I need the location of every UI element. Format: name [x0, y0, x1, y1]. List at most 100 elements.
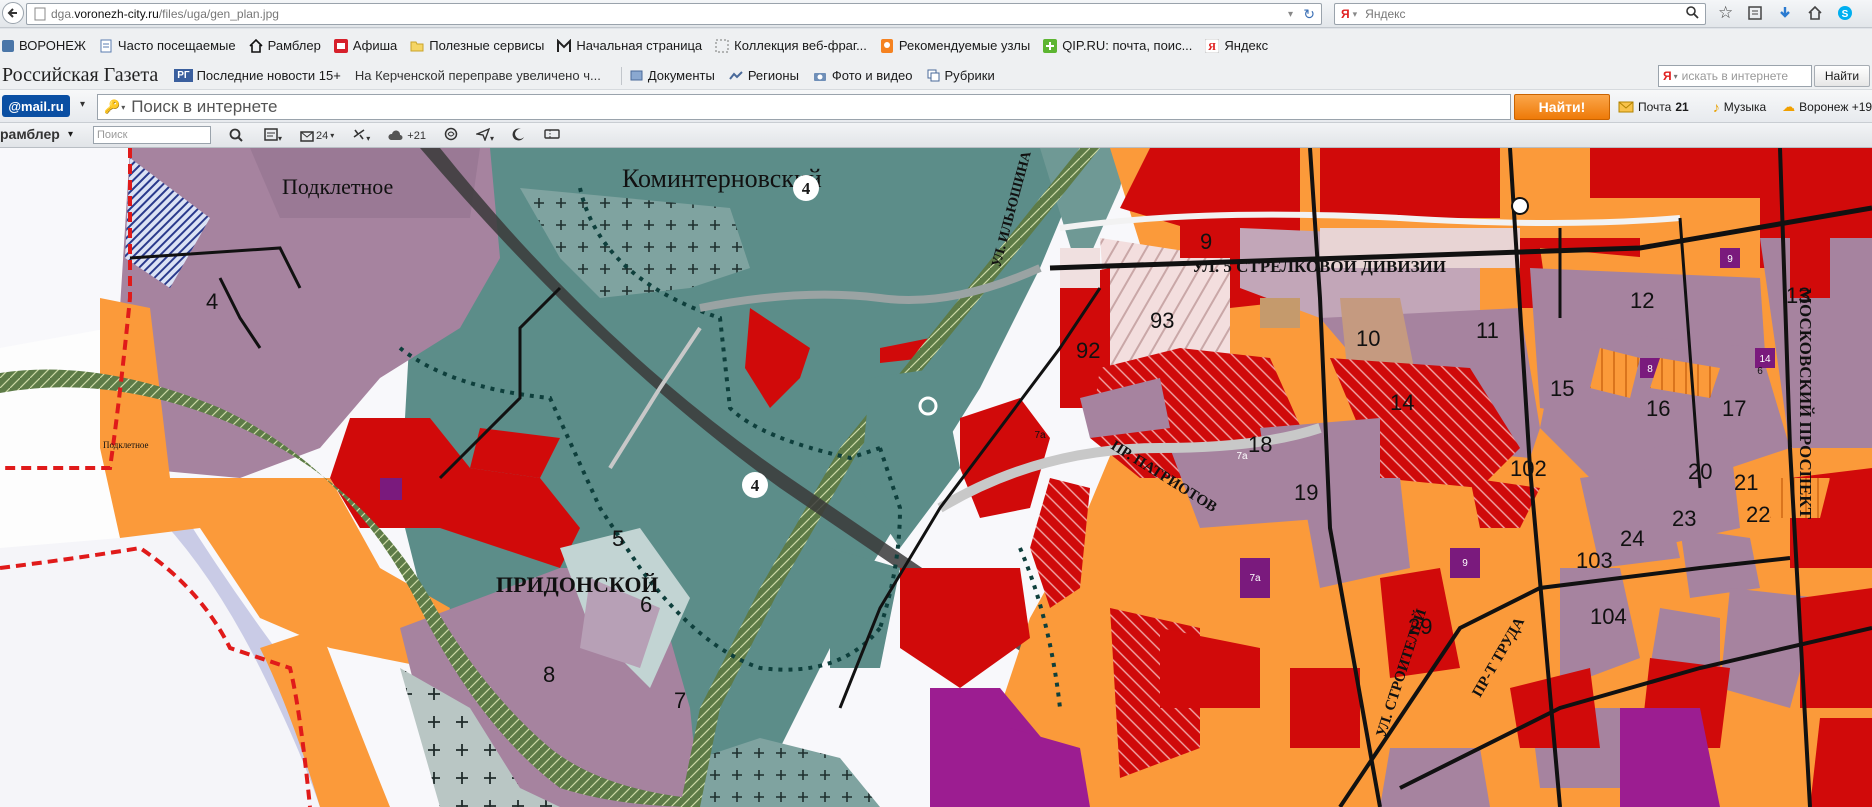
zone-92: 92 — [1076, 338, 1100, 363]
rambler-mail-icon[interactable]: 24 ▾ — [300, 130, 334, 142]
bookmark-yandex[interactable]: Я Яндекс — [1205, 38, 1268, 53]
zone-12: 12 — [1630, 288, 1654, 313]
map-canvas: Подклетное Коминтерновский ПРИДОНСКОЙ 4 … — [0, 148, 1872, 807]
download-icon[interactable] — [1777, 3, 1793, 23]
zone-4-circled-north: 4 — [802, 179, 811, 198]
afisha-icon — [333, 38, 348, 53]
rambler-logo[interactable]: рамблер — [0, 126, 60, 142]
bookmark-label: Рекомендуемые узлы — [898, 38, 1031, 53]
rambler-toolbar: рамблер ▾ Поиск ▾ 24 ▾ ▾ +21 ▾ — [0, 123, 1872, 148]
yandex-find-button[interactable]: Найти — [1814, 65, 1870, 87]
dropdown-arrow-icon[interactable]: ▾ — [1288, 9, 1293, 20]
rg-regions[interactable]: Регионы — [748, 68, 799, 83]
zone-21: 21 — [1734, 470, 1758, 495]
mail-count[interactable]: 21 — [1675, 100, 1688, 114]
rg-latest-news[interactable]: Последние новости 15+ — [197, 68, 341, 83]
back-button[interactable] — [2, 2, 24, 24]
bookmark-label: Рамблер — [267, 38, 321, 53]
bookmark-start-page[interactable]: Начальная страница — [557, 38, 702, 53]
map-label-pridonskoy: ПРИДОНСКОЙ — [496, 572, 659, 597]
horoscope-icon[interactable] — [444, 127, 458, 144]
music-label[interactable]: Музыка — [1724, 100, 1766, 114]
skype-icon[interactable]: S — [1837, 3, 1853, 23]
yandex-icon[interactable]: Я — [1341, 7, 1350, 21]
rg-documents[interactable]: Документы — [648, 68, 715, 83]
bookmark-qip[interactable]: QIP.RU: почта, поис... — [1043, 38, 1192, 53]
map-label-podkletnoe-small: Подклетное — [103, 440, 149, 450]
engine-dropdown-icon[interactable]: ▾ — [1353, 9, 1358, 20]
dropdown-arrow-icon[interactable]: ▾ — [121, 103, 125, 112]
send-icon[interactable]: ▾ — [474, 127, 494, 144]
zone-9: 9 — [1200, 229, 1212, 254]
zone-6: 6 — [640, 592, 652, 617]
weather-cloud-icon: ☁ — [1782, 99, 1796, 114]
rg-headline[interactable]: На Керченской переправе увеличено ч... — [355, 68, 601, 83]
bookmark-afisha[interactable]: Афиша — [333, 38, 397, 53]
moon-icon[interactable] — [512, 127, 526, 144]
reload-icon[interactable]: ↻ — [1303, 6, 1315, 23]
bookmark-recommended[interactable]: Рекомендуемые узлы — [880, 38, 1030, 54]
rg-rubrics[interactable]: Рубрики — [945, 68, 995, 83]
bookmark-useful-services[interactable]: Полезные сервисы — [410, 38, 544, 53]
bookmarks-list-icon[interactable] — [1747, 3, 1763, 23]
rg-badge-icon[interactable]: РГ — [174, 69, 193, 82]
house-icon — [249, 38, 263, 53]
bookmark-web-fragments[interactable]: Коллекция веб-фраг... — [715, 38, 867, 53]
mailru-search-input[interactable]: 🔑 ▾ Поиск в интернете — [97, 94, 1511, 120]
mailru-search-button[interactable]: Найти! — [1514, 94, 1610, 120]
bookmark-rambler[interactable]: Рамблер — [249, 38, 321, 53]
zone-93: 93 — [1150, 308, 1174, 333]
bookmark-label: ВОРОНЕЖ — [19, 38, 86, 53]
divider — [620, 66, 622, 85]
yandex-toolbar-search[interactable]: Я ▾ искать в интернете — [1658, 65, 1812, 87]
marker-7a: 7а — [1249, 573, 1261, 584]
yandex-small-icon: Я — [1663, 69, 1672, 83]
rg-photo-video[interactable]: Фото и видео — [832, 68, 913, 83]
bookmark-label: QIP.RU: почта, поис... — [1062, 38, 1193, 53]
zone-19: 19 — [1294, 480, 1318, 505]
mailru-menu-dropdown-icon[interactable]: ▾ — [80, 99, 85, 110]
bookmark-label: Яндекс — [1224, 38, 1269, 53]
rambler-search-input[interactable]: Поиск — [93, 126, 211, 144]
rg-logo[interactable]: Российская Газета — [2, 64, 158, 87]
home-icon[interactable] — [1807, 3, 1823, 23]
mailru-logo-text: @mail.ru — [8, 98, 64, 114]
rambler-mail-count: 24 — [316, 129, 329, 142]
address-bar[interactable]: dga. voronezh-city.ru/files/uga/gen_plan.… — [26, 3, 1322, 25]
zone-16: 16 — [1646, 396, 1670, 421]
search-engine-placeholder: Яндекс — [1365, 7, 1406, 21]
vk-icon — [2, 39, 14, 52]
bookmark-frequent[interactable]: Часто посещаемые — [99, 38, 236, 53]
rambler-menu-dropdown-icon[interactable]: ▾ — [68, 129, 73, 140]
marker-7a: 7а — [1034, 430, 1046, 441]
svg-text:S: S — [1842, 9, 1849, 20]
mailru-search-placeholder: Поиск в интернете — [131, 97, 278, 116]
rambler-search-icon[interactable] — [229, 128, 243, 145]
mailru-logo[interactable]: @mail.ru — [2, 95, 70, 117]
marker-7a: 7а — [1236, 451, 1248, 462]
rambler-weather[interactable]: +21 — [388, 130, 426, 142]
rubrics-icon — [927, 69, 940, 82]
zone-17: 17 — [1722, 396, 1746, 421]
bookmark-vk[interactable]: ВОРОНЕЖ — [2, 38, 86, 53]
dropdown-arrow-icon[interactable]: ▾ — [1674, 72, 1678, 81]
zone-8: 8 — [543, 662, 555, 687]
mail-label[interactable]: Почта — [1638, 100, 1671, 114]
search-engine-box[interactable]: Я ▾ Яндекс — [1334, 3, 1706, 25]
ticket-icon[interactable] — [544, 128, 560, 143]
general-plan-map[interactable]: Подклетное Коминтерновский ПРИДОНСКОЙ 4 … — [0, 148, 1872, 807]
flights-icon[interactable]: ▾ — [352, 127, 370, 144]
key-icon[interactable]: 🔑 — [104, 99, 120, 115]
documents-icon — [630, 69, 643, 82]
marker-14: 14 — [1759, 354, 1771, 365]
yandex-icon: Я — [1205, 38, 1220, 53]
zone-4-circled-south: 4 — [751, 476, 760, 495]
star-bookmark-icon[interactable]: ☆ — [1718, 3, 1733, 23]
map-label-podkletnoe: Подклетное — [282, 174, 393, 199]
news-icon[interactable]: ▾ — [264, 127, 282, 144]
search-icon[interactable] — [1686, 6, 1699, 22]
zone-15: 15 — [1550, 376, 1574, 401]
weather-label[interactable]: Воронеж +19°С — [1799, 100, 1872, 114]
url-domain: voronezh-city.ru — [74, 7, 159, 21]
zone-10: 10 — [1356, 326, 1380, 351]
